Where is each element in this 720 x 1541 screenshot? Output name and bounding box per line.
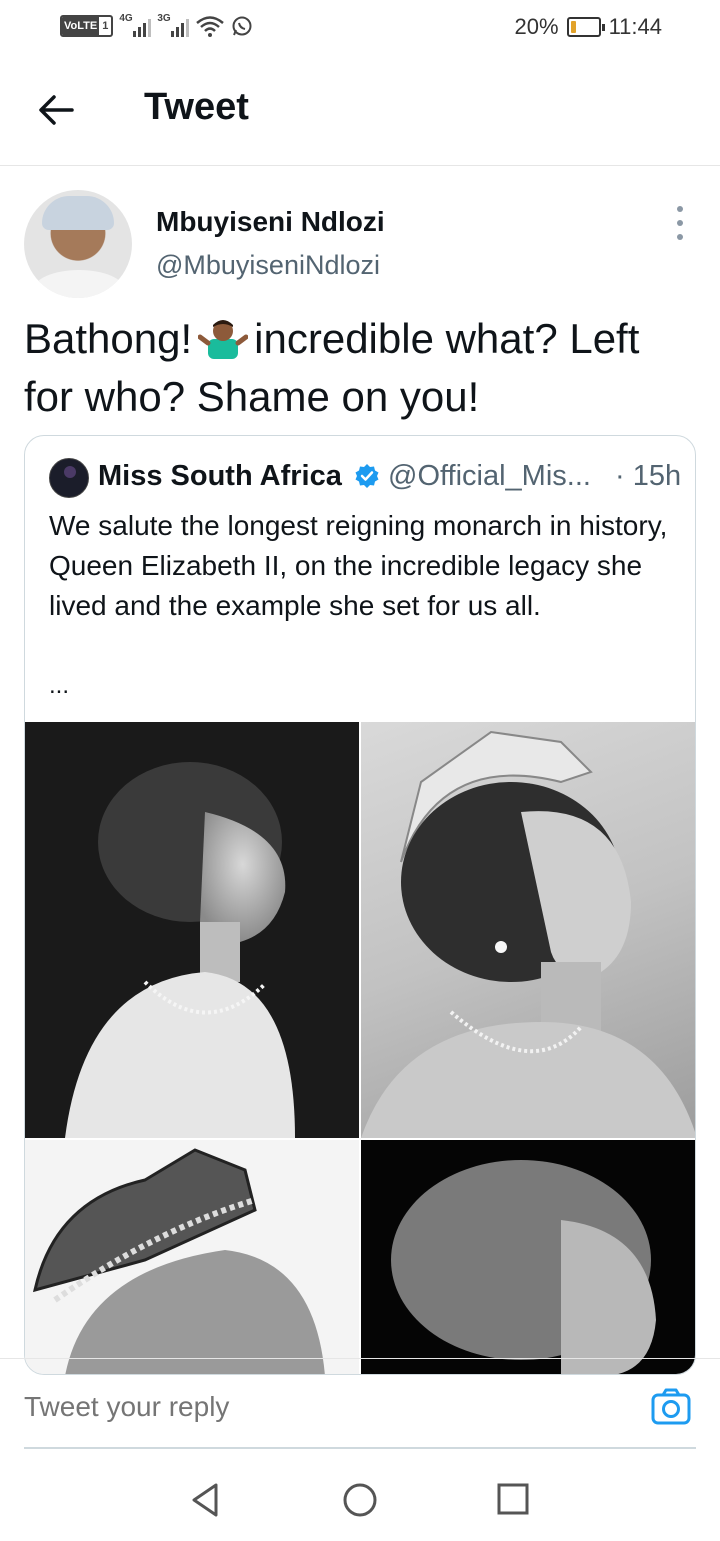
crown-portrait[interactable] (25, 1140, 359, 1374)
verified-badge-icon (355, 464, 379, 488)
quoted-ellipsis: ... (49, 672, 70, 699)
reply-bar (0, 1358, 720, 1449)
volte-badge: VoLTE 1 (60, 15, 114, 37)
network-type-label: 4G (119, 13, 133, 24)
crowned-queen-portrait[interactable] (361, 722, 695, 1138)
status-bar: VoLTE 1 4G 3G 20% 11:44 (0, 0, 720, 56)
quoted-tweet-text: We salute the longest reigning monarch i… (49, 510, 668, 621)
dot-icon (677, 234, 683, 240)
camera-icon[interactable] (650, 1387, 692, 1427)
image-grid (25, 722, 695, 1374)
quoted-author-handle: @Official_Mis... (388, 460, 591, 492)
status-left: VoLTE 1 4G 3G (60, 13, 253, 38)
quoted-timestamp: · 15h (615, 460, 682, 492)
author-name[interactable]: Mbuyiseni Ndlozi (156, 206, 385, 238)
quoted-author-name: Miss South Africa (98, 460, 342, 492)
tweet-text-part1: Bathong! (24, 315, 193, 362)
reply-input[interactable] (24, 1391, 584, 1423)
app-header: Tweet (0, 56, 720, 166)
nav-back-icon[interactable] (186, 1480, 226, 1520)
young-queen-portrait[interactable] (25, 722, 359, 1138)
author-handle[interactable]: @MbuyiseniNdlozi (156, 250, 380, 281)
clock: 11:44 (608, 14, 662, 39)
reply-underline (24, 1447, 696, 1449)
system-nav-bar (0, 1450, 720, 1541)
signal-icon-2: 3G (157, 13, 190, 37)
network-type-label-2: 3G (157, 13, 171, 24)
nav-recents-icon[interactable] (494, 1480, 534, 1520)
author-avatar[interactable] (24, 190, 132, 298)
arrow-left-icon (39, 95, 74, 125)
status-right: 20% 11:44 (515, 14, 662, 40)
signal-icon: 4G (119, 13, 152, 37)
battery-icon (566, 17, 605, 37)
quoted-avatar[interactable] (49, 458, 89, 498)
wifi-icon (196, 16, 225, 37)
more-options-button[interactable] (668, 206, 692, 240)
sim-label: 1 (102, 20, 109, 32)
elderly-queen-portrait[interactable] (361, 1140, 695, 1374)
dot-icon (677, 220, 683, 226)
dot-icon (677, 206, 683, 212)
tweet-text: Bathong! incredible what? Left for who? … (24, 310, 694, 426)
quoted-tweet-card[interactable]: Miss South Africa @Official_Mis... · 15h… (24, 435, 696, 1375)
whatsapp-icon (232, 16, 252, 36)
volte-label: VoLTE (62, 17, 100, 35)
battery-percent: 20% (514, 14, 559, 39)
nav-home-icon[interactable] (340, 1480, 380, 1520)
back-button[interactable] (36, 90, 76, 130)
person-shrugging-emoji-icon (197, 311, 249, 361)
page-title: Tweet (144, 86, 249, 128)
